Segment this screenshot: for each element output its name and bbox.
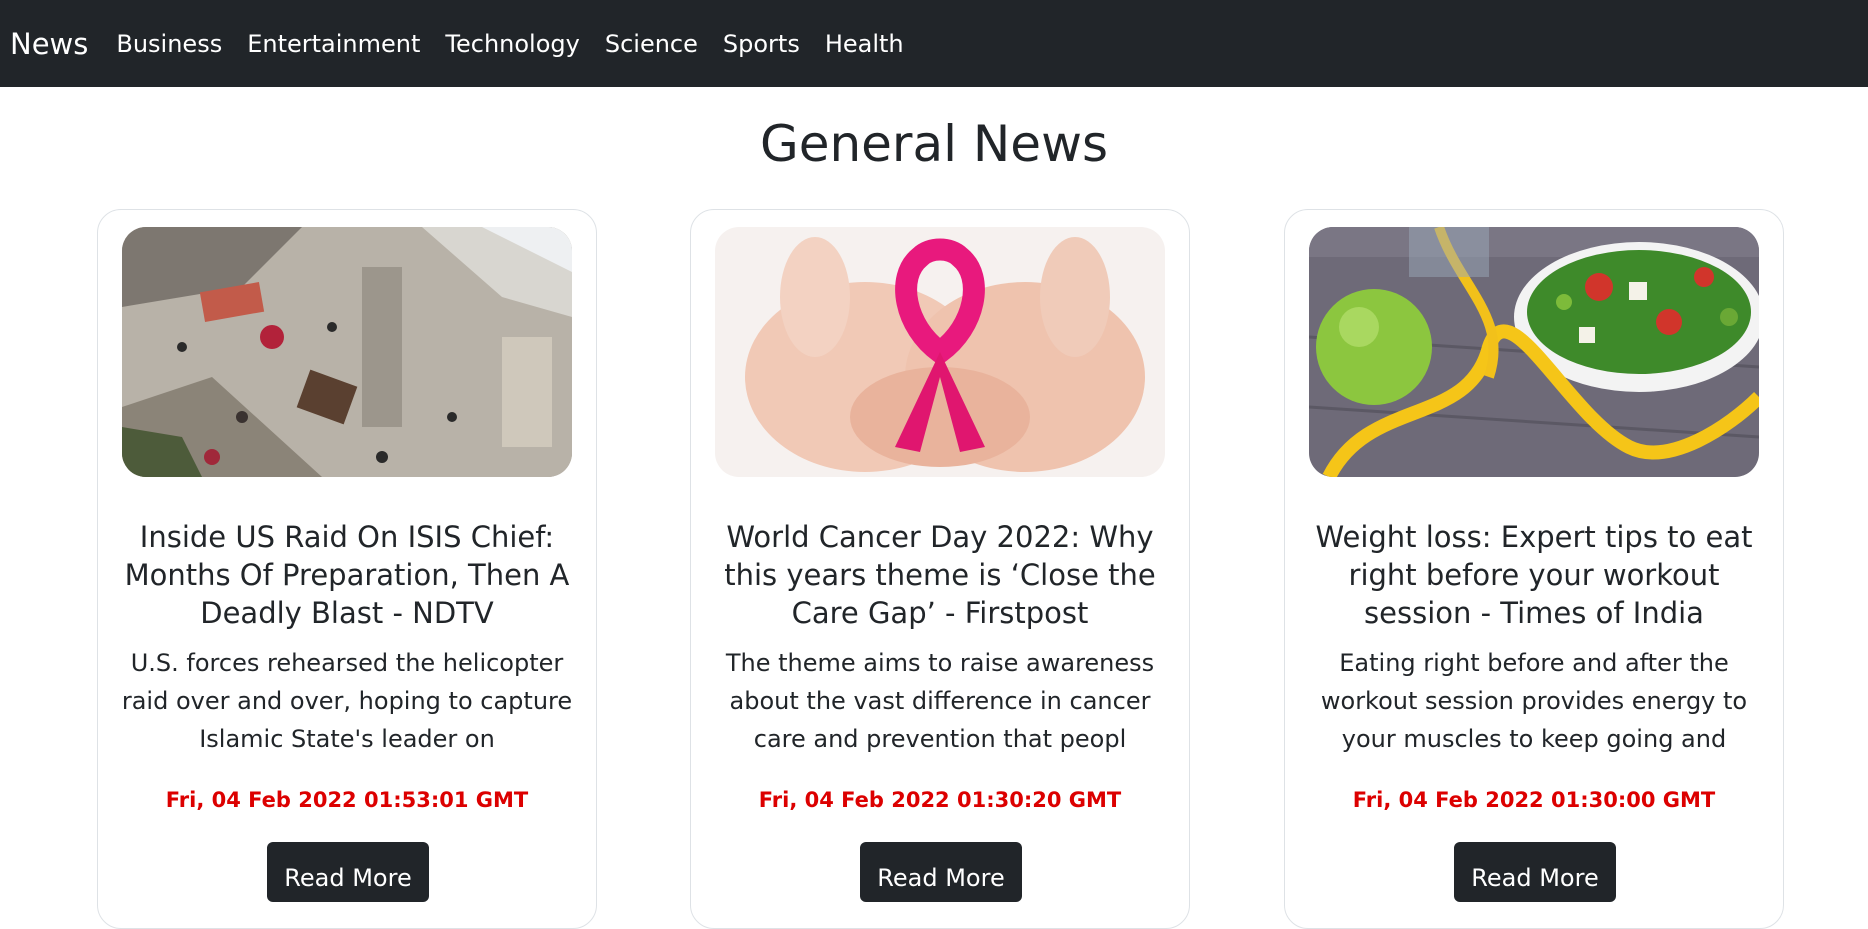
nav-link-business[interactable]: Business: [116, 30, 222, 58]
nav-link-sports[interactable]: Sports: [723, 30, 800, 58]
article-description: Eating right before and after the workou…: [1320, 649, 1748, 753]
top-navbar: News Business Entertainment Technology S…: [0, 0, 1868, 87]
article-date: Fri, 04 Feb 2022 01:30:20 GMT: [758, 788, 1122, 812]
pink-ribbon-hands-photo: [715, 227, 1165, 477]
aerial-rubble-photo: [122, 227, 572, 477]
nav-link-science[interactable]: Science: [605, 30, 698, 58]
article-image: [122, 227, 572, 477]
article-title: Inside US Raid On ISIS Chief: Months Of …: [124, 520, 570, 630]
article-image: [715, 227, 1165, 477]
read-more-button[interactable]: Read More: [860, 842, 1022, 902]
article-title: World Cancer Day 2022: Why this years th…: [724, 520, 1156, 630]
salad-apple-tape-photo: [1309, 227, 1759, 477]
article-image: [1309, 227, 1759, 477]
article-date: Fri, 04 Feb 2022 01:30:00 GMT: [1352, 788, 1716, 812]
read-more-button[interactable]: Read More: [267, 842, 429, 902]
nav-link-entertainment[interactable]: Entertainment: [247, 30, 420, 58]
news-card: Weight loss: Expert tips to eat right be…: [1284, 209, 1784, 929]
page-title: General News: [759, 115, 1109, 173]
read-more-button[interactable]: Read More: [1454, 842, 1616, 902]
news-card: World Cancer Day 2022: Why this years th…: [690, 209, 1190, 929]
nav-links: Business Entertainment Technology Scienc…: [116, 30, 928, 58]
article-title: Weight loss: Expert tips to eat right be…: [1315, 520, 1753, 630]
article-description: U.S. forces rehearsed the helicopter rai…: [121, 649, 573, 753]
article-date: Fri, 04 Feb 2022 01:53:01 GMT: [165, 788, 529, 812]
brand-link[interactable]: News: [10, 27, 88, 61]
nav-link-health[interactable]: Health: [825, 30, 904, 58]
news-card: Inside US Raid On ISIS Chief: Months Of …: [97, 209, 597, 929]
nav-link-technology[interactable]: Technology: [445, 30, 579, 58]
article-description: The theme aims to raise awareness about …: [725, 649, 1155, 753]
